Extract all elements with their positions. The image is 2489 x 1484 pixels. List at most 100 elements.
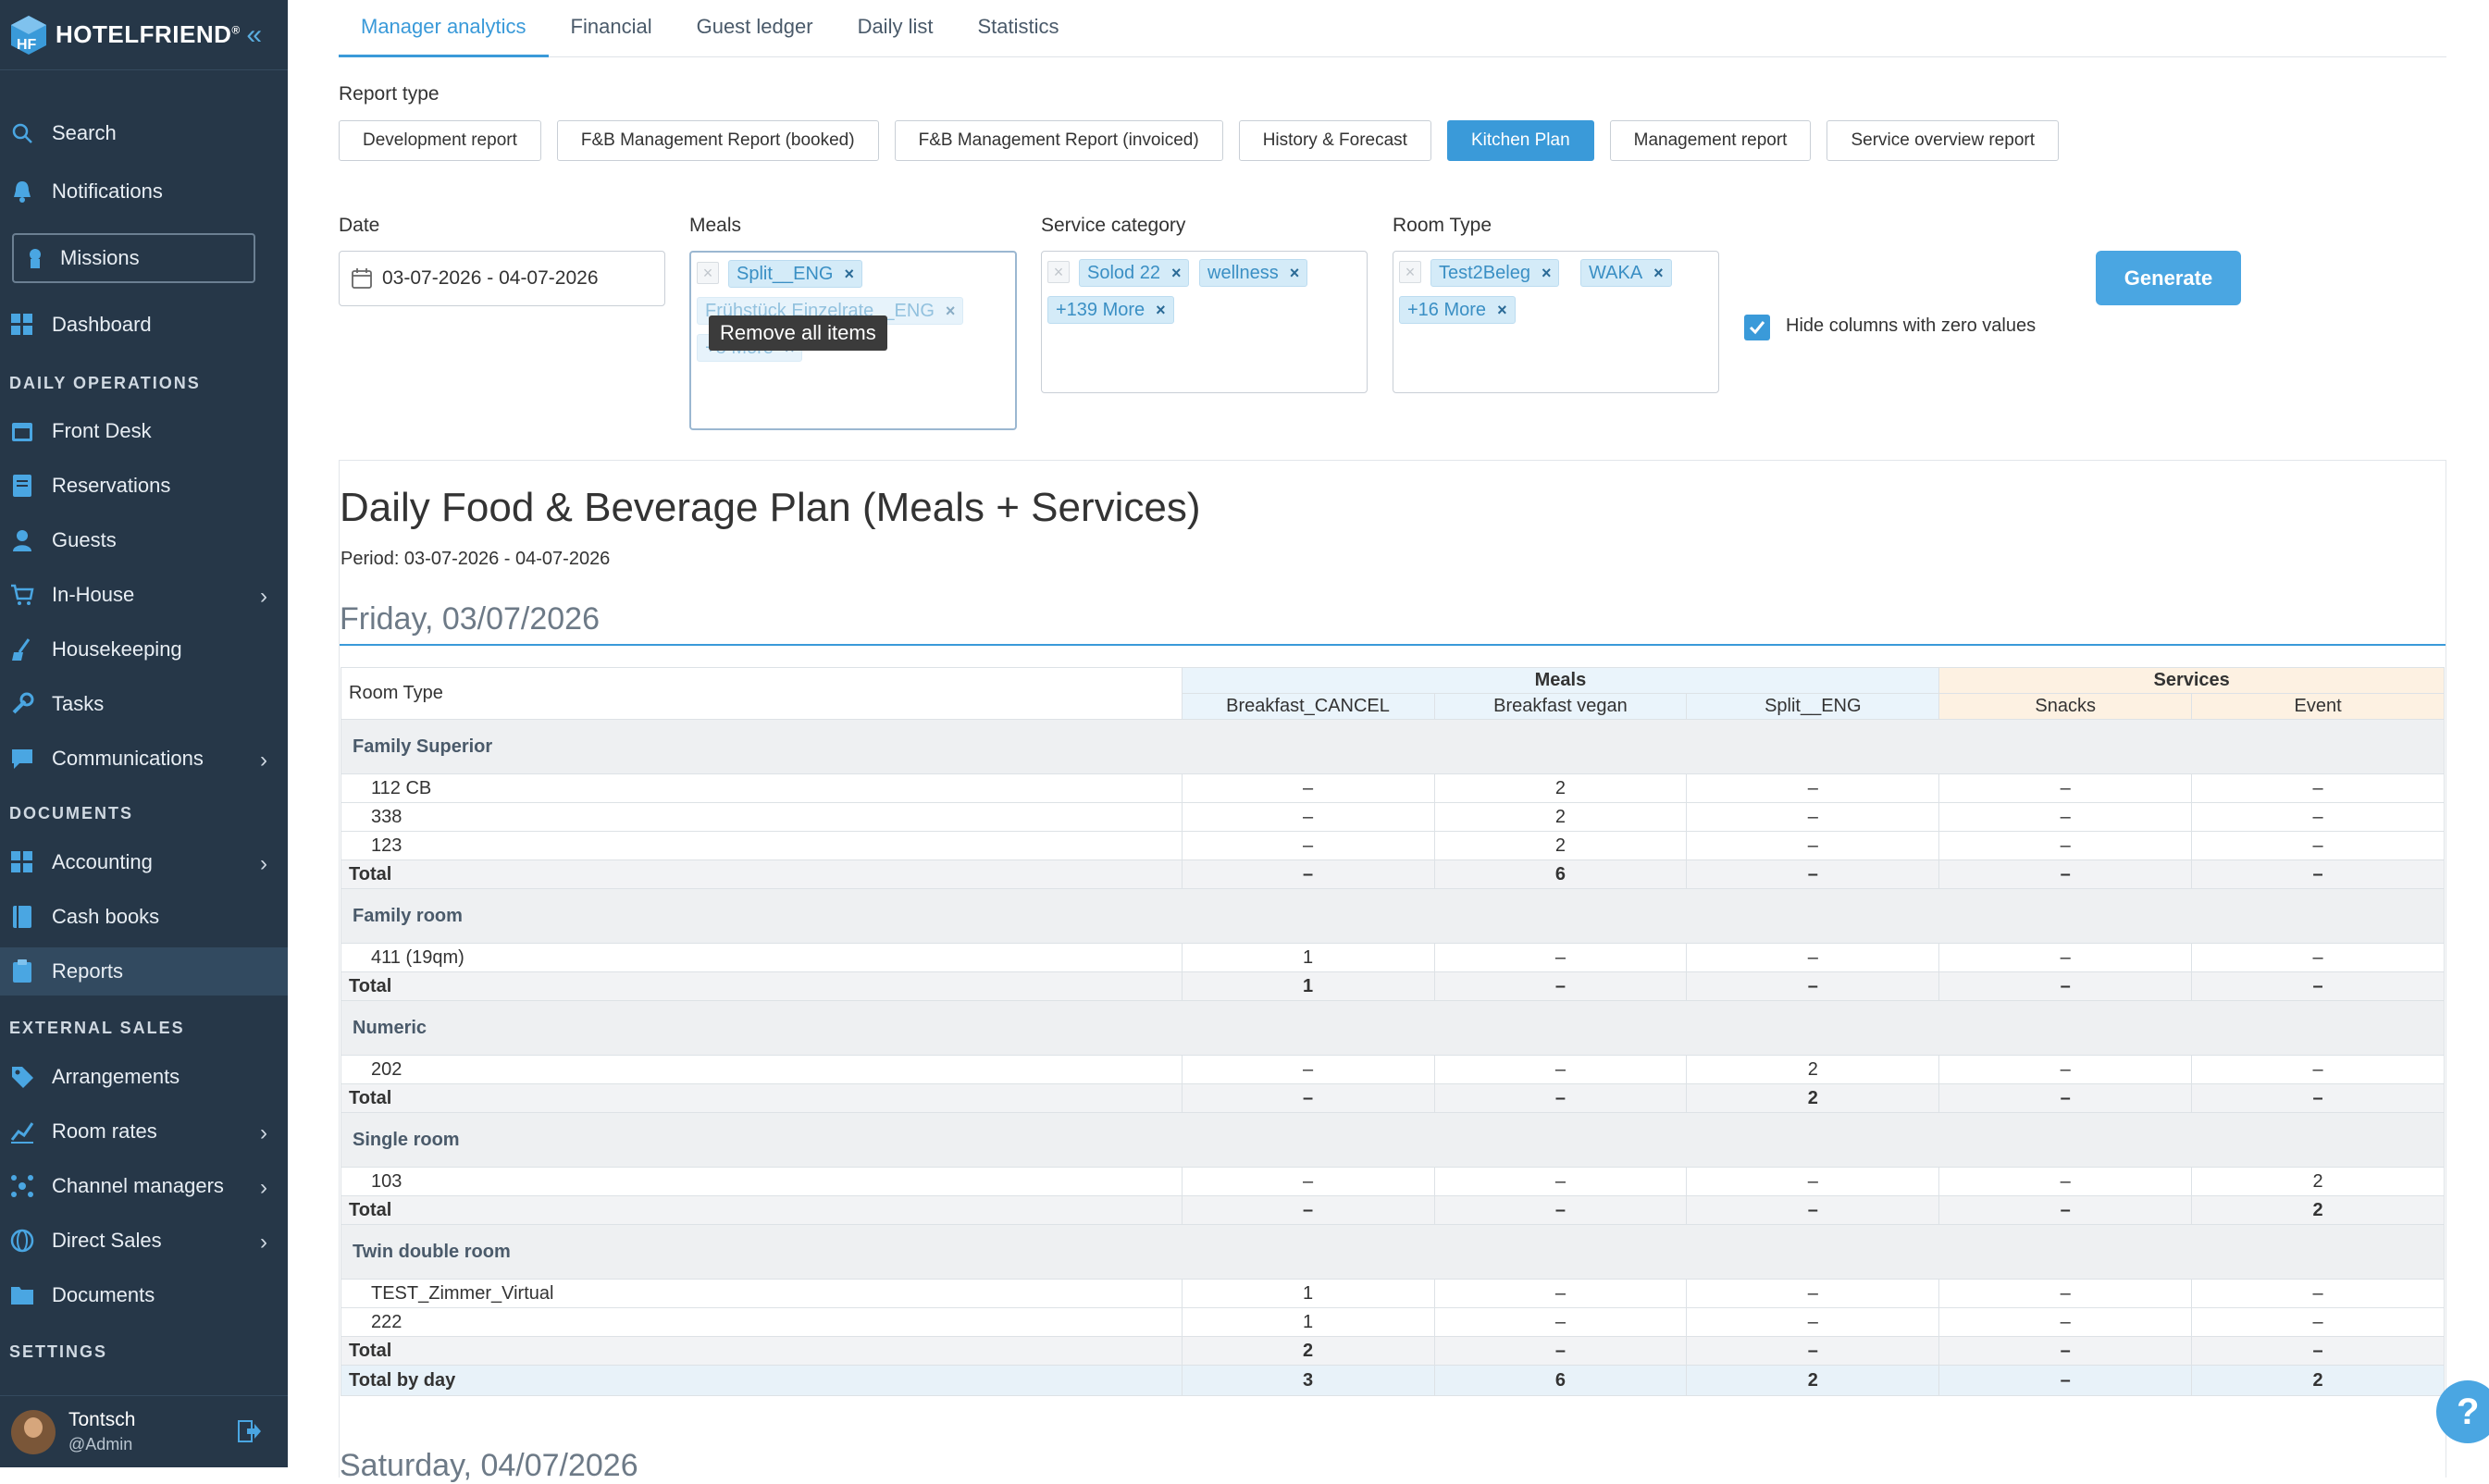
tab-guest-ledger[interactable]: Guest ledger: [675, 0, 836, 57]
fb-booked-report-button[interactable]: F&B Management Report (booked): [556, 120, 879, 161]
meal-chip[interactable]: Split__ENG ×: [728, 260, 863, 288]
table-row: TEST_Zimmer_Virtual 1– – – –: [341, 1279, 2445, 1308]
clear-all-icon[interactable]: ×: [1399, 261, 1421, 283]
clear-all-icon[interactable]: ×: [697, 262, 719, 284]
sidebar-item-dashboard[interactable]: Dashboard: [0, 301, 288, 349]
sidebar-item-front-desk[interactable]: Front Desk: [0, 407, 288, 455]
room-type-chip[interactable]: Test2Beleg ×: [1430, 259, 1560, 287]
room-type-chip[interactable]: WAKA ×: [1580, 259, 1672, 287]
hide-zero-checkbox[interactable]: [1744, 315, 1770, 340]
total-row: Total – – – –2: [341, 1195, 2445, 1225]
table-row: 103– – – –2: [341, 1167, 2445, 1196]
logo-row: HF HOTELFRIEND® «: [0, 0, 288, 70]
remove-chip-icon[interactable]: ×: [1497, 301, 1507, 320]
day-title: Saturday, 04/07/2026: [340, 1448, 638, 1483]
sidebar-item-reservations[interactable]: Reservations: [0, 462, 288, 510]
remove-chip-icon[interactable]: ×: [1542, 264, 1552, 283]
sidebar-item-label: In-House: [52, 583, 135, 606]
sidebar-item-cash-books[interactable]: Cash books: [0, 893, 288, 941]
meals-label: Meals: [689, 215, 742, 236]
sidebar-item-reports[interactable]: Reports: [0, 947, 288, 996]
room-type-multiselect[interactable]: × Test2Beleg × WAKA × +16 More ×: [1393, 251, 1719, 393]
tab-daily-list[interactable]: Daily list: [836, 0, 956, 57]
tab-financial[interactable]: Financial: [549, 0, 675, 57]
hotelfriend-logo-icon: HF: [11, 15, 46, 55]
sidebar-item-label: Room rates: [52, 1119, 157, 1143]
remove-chip-icon[interactable]: ×: [1156, 301, 1166, 320]
report-type-buttons: Development report F&B Management Report…: [339, 120, 2059, 161]
development-report-button[interactable]: Development report: [339, 120, 541, 161]
sidebar-item-label: Cash books: [52, 905, 160, 928]
sidebar-item-label: Arrangements: [52, 1065, 180, 1088]
sidebar-item-notifications[interactable]: Notifications: [0, 167, 288, 216]
service-chip[interactable]: wellness ×: [1199, 259, 1308, 287]
sidebar-item-label: Reports: [52, 959, 124, 983]
sidebar-item-housekeeping[interactable]: Housekeeping: [0, 625, 288, 674]
globe-icon: [9, 1228, 35, 1254]
bell-icon: [9, 179, 35, 204]
logout-icon[interactable]: [238, 1420, 262, 1442]
total-by-day-row: Total by day 3 6 2–2: [341, 1365, 2445, 1396]
history-forecast-button[interactable]: History & Forecast: [1238, 120, 1431, 161]
missions-label: Missions: [60, 246, 140, 269]
room-type-more-chip[interactable]: +16 More ×: [1399, 296, 1516, 324]
wrench-icon: [9, 691, 35, 717]
sidebar-item-tasks[interactable]: Tasks: [0, 680, 288, 728]
service-chip[interactable]: Solod 22 ×: [1079, 259, 1190, 287]
service-overview-report-button[interactable]: Service overview report: [1827, 120, 2059, 161]
sidebar-item-in-house[interactable]: In-House ›: [0, 571, 288, 619]
service-category-label: Service category: [1041, 215, 1186, 236]
sidebar-item-label: Channel managers: [52, 1174, 224, 1197]
clear-all-icon[interactable]: ×: [1047, 261, 1070, 283]
tag-icon: [9, 1064, 35, 1090]
sidebar-item-label: Guests: [52, 528, 117, 551]
remove-chip-icon[interactable]: ×: [946, 302, 956, 321]
column-header: Event: [2191, 693, 2445, 720]
room-type-column-header: Room Type: [341, 667, 1183, 720]
remove-chip-icon[interactable]: ×: [845, 265, 855, 284]
user-profile[interactable]: Tontsch @Admin: [0, 1395, 288, 1467]
remove-chip-icon[interactable]: ×: [1653, 264, 1664, 283]
broom-icon: [9, 637, 35, 662]
sidebar-item-room-rates[interactable]: Room rates ›: [0, 1107, 288, 1156]
sidebar-item-guests[interactable]: Guests: [0, 516, 288, 564]
remove-chip-icon[interactable]: ×: [1290, 264, 1300, 283]
section-settings: SETTINGS: [9, 1342, 108, 1361]
hide-zero-label: Hide columns with zero values: [1786, 315, 2037, 336]
sidebar-item-label: Documents: [52, 1283, 155, 1306]
sidebar-item-accounting[interactable]: Accounting ›: [0, 838, 288, 886]
fb-invoiced-report-button[interactable]: F&B Management Report (invoiced): [894, 120, 1223, 161]
room-type-label: Room Type: [1393, 215, 1492, 236]
collapse-sidebar-icon[interactable]: «: [246, 20, 262, 49]
svg-text:HF: HF: [17, 37, 37, 53]
user-name: Tontsch: [68, 1409, 136, 1430]
table-row: 411 (19qm) 1– – – –: [341, 943, 2445, 972]
date-label: Date: [339, 215, 380, 236]
missions-button[interactable]: Missions: [12, 233, 255, 283]
missions-icon: [30, 249, 41, 268]
main-content: Manager analytics Financial Guest ledger…: [288, 0, 2489, 1483]
management-report-button[interactable]: Management report: [1609, 120, 1812, 161]
service-category-multiselect[interactable]: × Solod 22 × wellness × +139 More ×: [1041, 251, 1368, 393]
sidebar-item-communications[interactable]: Communications ›: [0, 735, 288, 783]
table-row: 123–2– – –: [341, 831, 2445, 860]
date-range-input[interactable]: 03-07-2026 - 04-07-2026: [339, 251, 665, 306]
sidebar-item-documents[interactable]: Documents: [0, 1271, 288, 1319]
tab-manager-analytics[interactable]: Manager analytics: [339, 0, 549, 57]
sidebar-item-arrangements[interactable]: Arrangements: [0, 1053, 288, 1101]
generate-button[interactable]: Generate: [2096, 251, 2241, 305]
total-row: Total 2– – – –: [341, 1336, 2445, 1366]
total-row: Total –6– – –: [341, 859, 2445, 889]
group-row: Numeric: [341, 1000, 2445, 1056]
sidebar-item-label: Tasks: [52, 692, 105, 715]
kitchen-plan-button[interactable]: Kitchen Plan: [1446, 120, 1594, 161]
report-title: Daily Food & Beverage Plan (Meals + Serv…: [340, 485, 1201, 530]
sidebar-item-channel-managers[interactable]: Channel managers ›: [0, 1162, 288, 1210]
brand-name: HOTELFRIEND®: [56, 20, 241, 48]
sidebar-item-search[interactable]: Search: [0, 109, 288, 157]
tab-statistics[interactable]: Statistics: [955, 0, 1081, 57]
sidebar-item-direct-sales[interactable]: Direct Sales ›: [0, 1217, 288, 1265]
service-more-chip[interactable]: +139 More ×: [1047, 296, 1174, 324]
date-range-value: 03-07-2026 - 04-07-2026: [382, 267, 599, 289]
remove-chip-icon[interactable]: ×: [1171, 264, 1182, 283]
